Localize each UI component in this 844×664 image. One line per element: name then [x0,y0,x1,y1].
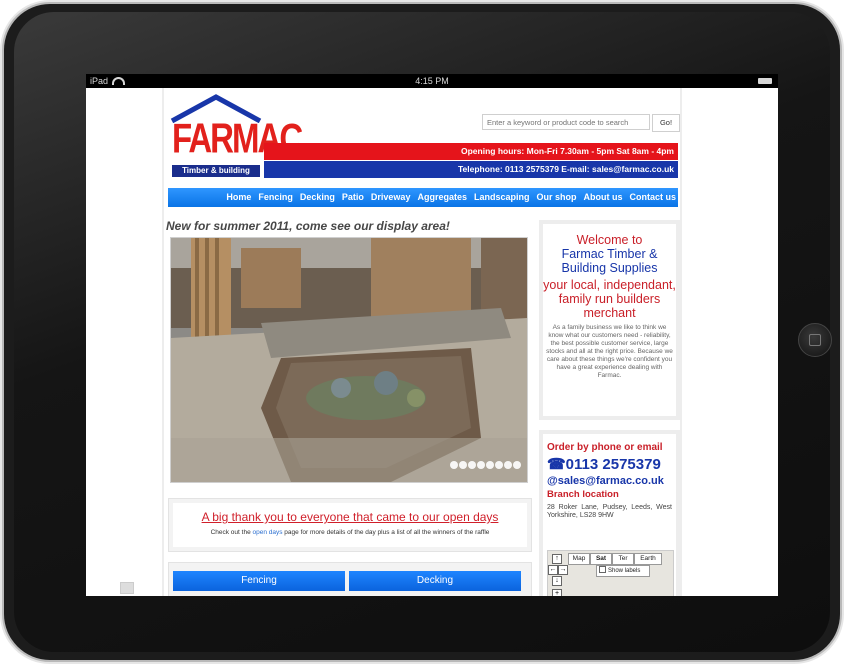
slide-dot[interactable] [459,461,467,469]
home-button-icon [809,334,821,346]
open-days-inner: A big thank you to everyone that came to… [173,503,527,547]
order-phone[interactable]: ☎0113 2575379 [547,455,676,473]
nav-landscaping[interactable]: Landscaping [474,192,530,202]
order-email[interactable]: @sales@farmac.co.uk [547,475,676,487]
nav-our-shop[interactable]: Our shop [536,192,576,202]
branch-heading: Branch location [547,489,619,500]
map-type-map[interactable]: Map [568,553,590,565]
search-input[interactable] [482,114,650,130]
slide-dot[interactable] [450,461,458,469]
pan-right-icon[interactable]: → [558,565,568,575]
branch-address: 28 Roker Lane, Pudsey, Leeds, West Yorks… [547,504,672,519]
welcome-line2: Farmac Timber & Building Supplies [561,247,658,275]
welcome-body: As a family business we like to think we… [546,324,673,379]
category-buttons: Fencing Decking [168,562,532,596]
nav-contact-us[interactable]: Contact us [629,192,676,202]
slide-dot[interactable] [468,461,476,469]
open-days-subtext: Check out the open days page for more de… [210,529,490,536]
pan-down-icon[interactable]: ↓ [552,576,562,586]
status-time: 4:15 PM [415,76,449,86]
welcome-line3: your local, independant, family run buil… [543,278,676,320]
screen: iPad 4:15 PM FARMAC Timber & building su… [86,74,778,596]
main-nav: Home Fencing Decking Patio Driveway Aggregate… [168,188,678,207]
location-map[interactable]: ↑ ← → ↓ + Map Sat Ter Earth Show labels [547,550,674,596]
map-type-sat[interactable]: Sat [590,553,612,565]
web-page: FARMAC Timber & building supplies Go! Op… [162,88,682,596]
map-type-earth[interactable]: Earth [634,553,662,565]
open-days-box: A big thank you to everyone that came to… [168,498,532,552]
nav-driveway[interactable]: Driveway [371,192,411,202]
open-days-link[interactable]: open days [253,529,283,536]
display-area-slideshow[interactable] [170,237,528,483]
slide-dot[interactable] [504,461,512,469]
welcome-inner: Welcome to Farmac Timber & Building Supp… [543,224,676,416]
slide-dot[interactable] [513,461,521,469]
order-heading: Order by phone or email [547,442,663,453]
slideshow-dots [449,456,521,474]
slide-dot[interactable] [486,461,494,469]
home-button[interactable] [798,323,832,357]
nav-decking[interactable]: Decking [300,192,335,202]
nav-about-us[interactable]: About us [583,192,622,202]
decking-button[interactable]: Decking [349,571,521,591]
farmac-logo[interactable]: FARMAC Timber & building supplies [170,93,303,187]
logo-tagline: Timber & building supplies [172,165,260,187]
nav-aggregates[interactable]: Aggregates [417,192,467,202]
nav-home[interactable]: Home [226,192,251,202]
checkbox-icon [599,566,606,573]
status-bar: iPad 4:15 PM [86,74,778,88]
battery-icon [758,78,772,84]
nav-patio[interactable]: Patio [342,192,364,202]
order-box: Order by phone or email ☎0113 2575379 @s… [539,430,680,596]
contact-info: Telephone: 0113 2575379 E-mail: sales@fa… [264,161,678,178]
pan-up-icon[interactable]: ↑ [552,554,562,564]
open-days-title[interactable]: A big thank you to everyone that came to… [173,510,527,524]
search-go-button[interactable]: Go! [652,114,680,132]
slide-dot[interactable] [495,461,503,469]
page-content: FARMAC Timber & building supplies Go! Op… [164,88,680,596]
welcome-box: Welcome to Farmac Timber & Building Supp… [539,220,680,420]
show-labels-toggle[interactable]: Show labels [596,565,650,577]
opening-hours: Opening hours: Mon-Fri 7.30am - 5pm Sat … [264,143,678,160]
map-type-ter[interactable]: Ter [612,553,634,565]
welcome-line1: Welcome to [576,233,643,247]
page-headline: New for summer 2011, come see our displa… [166,219,450,233]
pan-left-icon[interactable]: ← [548,565,558,575]
search-form: Go! [482,114,682,132]
zoom-in-icon[interactable]: + [552,589,562,596]
fencing-button[interactable]: Fencing [173,571,345,591]
scroll-indicator[interactable] [120,582,134,594]
slide-dot[interactable] [477,461,485,469]
display-area-photo [171,238,527,482]
order-inner: Order by phone or email ☎0113 2575379 @s… [543,434,676,596]
nav-fencing[interactable]: Fencing [258,192,293,202]
